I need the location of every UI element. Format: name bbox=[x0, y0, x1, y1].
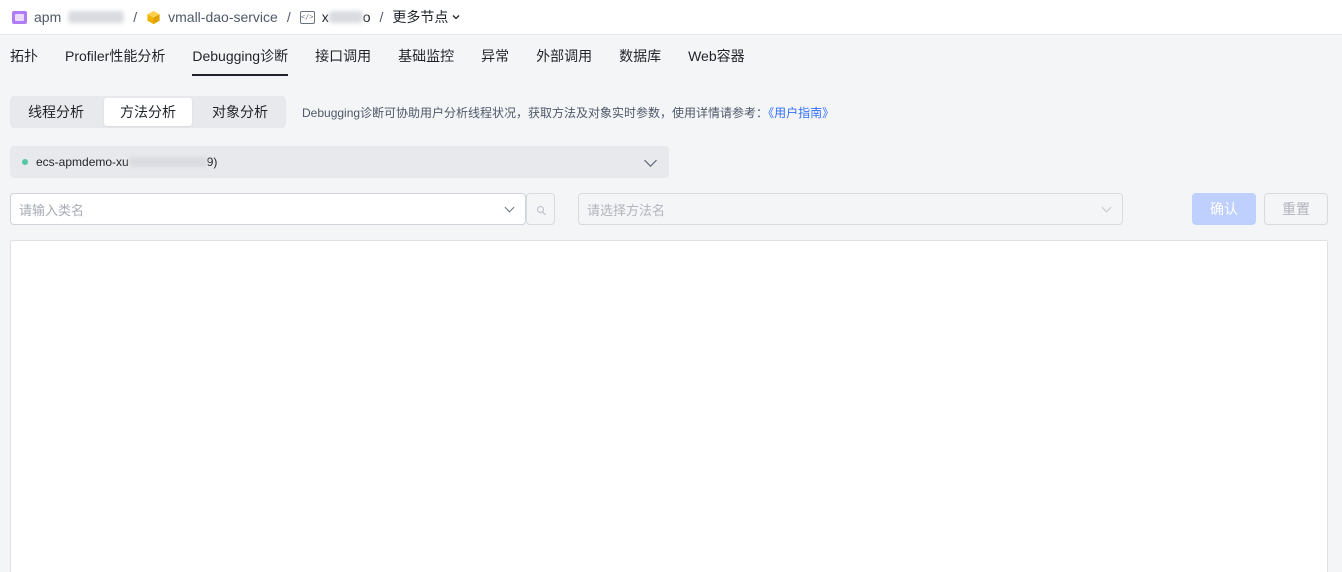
breadcrumb-separator: / bbox=[379, 9, 384, 25]
analysis-segment: 线程分析 方法分析 对象分析 bbox=[10, 96, 286, 128]
segment-thread-analysis[interactable]: 线程分析 bbox=[12, 98, 100, 126]
method-name-placeholder: 请选择方法名 bbox=[587, 202, 666, 218]
segment-method-analysis[interactable]: 方法分析 bbox=[104, 98, 192, 126]
chevron-down-icon bbox=[452, 15, 460, 20]
redacted-text bbox=[328, 11, 363, 23]
confirm-button[interactable]: 确认 bbox=[1192, 193, 1256, 225]
class-name-input[interactable]: 请输入类名 bbox=[10, 193, 526, 225]
result-panel bbox=[10, 240, 1328, 572]
tab-topology[interactable]: 拓扑 bbox=[10, 35, 38, 77]
breadcrumb-app[interactable]: apm bbox=[12, 9, 125, 25]
breadcrumb-separator: / bbox=[133, 9, 138, 25]
breadcrumb-node[interactable]: </> x o bbox=[299, 9, 371, 25]
tab-basic-monitoring[interactable]: 基础监控 bbox=[398, 35, 454, 77]
tab-web-container[interactable]: Web容器 bbox=[688, 35, 745, 77]
instance-select[interactable]: ecs-apmdemo-xu 9) bbox=[10, 146, 669, 178]
status-dot-icon bbox=[22, 159, 28, 165]
code-icon: </> bbox=[299, 10, 315, 24]
chevron-down-icon bbox=[1101, 202, 1112, 213]
method-name-select[interactable]: 请选择方法名 bbox=[578, 193, 1123, 225]
breadcrumb-node-prefix: x bbox=[321, 9, 329, 25]
tab-profiler[interactable]: Profiler性能分析 bbox=[65, 35, 165, 77]
hint-text: Debugging诊断可协助用户分析线程状况，获取方法及对象实时参数，使用详情请… bbox=[302, 106, 769, 120]
instance-name-prefix: ecs-apmdemo-xu bbox=[36, 155, 129, 169]
breadcrumb-app-label: apm bbox=[34, 9, 62, 25]
chevron-down-icon bbox=[504, 202, 515, 213]
instance-name-suffix: 9) bbox=[206, 155, 218, 169]
redacted-text bbox=[68, 11, 125, 23]
breadcrumb-service[interactable]: vmall-dao-service bbox=[146, 9, 278, 25]
debugging-hint: Debugging诊断可协助用户分析线程状况，获取方法及对象实时参数，使用详情请… bbox=[302, 104, 834, 121]
segment-object-analysis[interactable]: 对象分析 bbox=[196, 98, 284, 126]
breadcrumb-service-label: vmall-dao-service bbox=[168, 9, 278, 25]
more-nodes-label: 更多节点 bbox=[392, 9, 449, 25]
tab-api-calls[interactable]: 接口调用 bbox=[315, 35, 371, 77]
redacted-text bbox=[128, 157, 207, 167]
cube-icon bbox=[147, 10, 160, 24]
tab-external-calls[interactable]: 外部调用 bbox=[536, 35, 592, 77]
class-name-placeholder: 请输入类名 bbox=[19, 202, 85, 218]
tab-exceptions[interactable]: 异常 bbox=[481, 35, 509, 77]
more-nodes-dropdown[interactable]: 更多节点 bbox=[392, 7, 461, 27]
main-tabs: 拓扑 Profiler性能分析 Debugging诊断 接口调用 基础监控 异常… bbox=[10, 35, 772, 77]
breadcrumb: apm / vmall-dao-service / </> x o / 更多节点 bbox=[0, 0, 1342, 35]
tab-debugging[interactable]: Debugging诊断 bbox=[192, 35, 288, 77]
breadcrumb-separator: / bbox=[286, 9, 291, 25]
search-icon bbox=[537, 205, 544, 213]
tab-database[interactable]: 数据库 bbox=[619, 35, 661, 77]
chevron-down-icon bbox=[644, 154, 657, 167]
user-guide-link[interactable]: 《用户指南》 bbox=[768, 106, 834, 120]
reset-button[interactable]: 重置 bbox=[1264, 193, 1328, 225]
app-icon bbox=[12, 10, 27, 24]
search-button[interactable] bbox=[526, 193, 555, 225]
breadcrumb-node-suffix: o bbox=[362, 9, 371, 25]
